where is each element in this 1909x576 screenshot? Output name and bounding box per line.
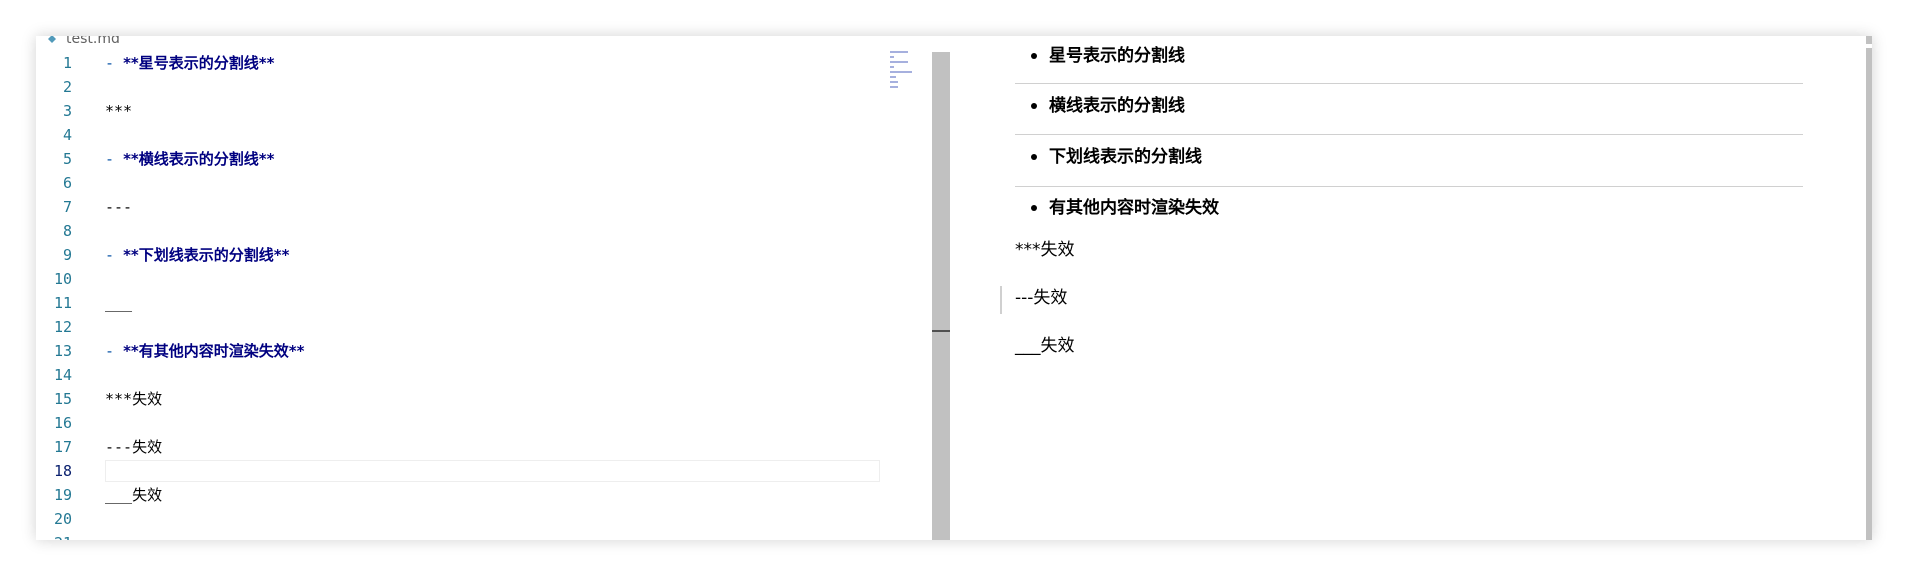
line-text: 失效 — [132, 486, 163, 504]
line-number: 20 — [53, 510, 72, 528]
preview-paragraph: ***失效 — [1015, 240, 1075, 260]
line-number: 15 — [53, 390, 72, 408]
hr-markup: --- — [105, 438, 133, 456]
bold-text: **有其他内容时渲染失效** — [123, 342, 305, 360]
line-number: 8 — [62, 222, 72, 240]
list-marker: - — [105, 246, 124, 264]
code-line[interactable] — [105, 171, 880, 195]
line-number: 17 — [53, 438, 72, 456]
hr-markup: ___ — [105, 294, 133, 312]
preview-list-item: 有其他内容时渲染失效 — [1031, 198, 1219, 218]
bold-text: **星号表示的分割线** — [123, 54, 275, 72]
hr-markup: *** — [105, 390, 133, 408]
markdown-editor[interactable]: 123456789101112131415161718192021 - **星号… — [36, 36, 932, 540]
preview-list-item: 横线表示的分割线 — [1031, 96, 1185, 116]
code-line[interactable] — [105, 123, 880, 147]
preview-horizontal-rule — [1015, 83, 1803, 84]
line-text: 失效 — [132, 438, 163, 456]
line-number: 18 — [53, 462, 72, 480]
code-line[interactable]: ___ — [105, 291, 880, 315]
code-line[interactable] — [105, 507, 880, 531]
code-line[interactable]: - **横线表示的分割线** — [105, 147, 880, 171]
line-number: 21 — [36, 531, 72, 540]
code-line[interactable]: ___失效 — [105, 483, 880, 507]
code-line[interactable] — [105, 315, 880, 339]
minimap[interactable] — [890, 51, 920, 111]
preview-paragraph: ___失效 — [1015, 336, 1075, 356]
preview-horizontal-rule — [1015, 134, 1803, 135]
bold-text: **下划线表示的分割线** — [123, 246, 290, 264]
line-text: 失效 — [132, 390, 163, 408]
preview-list-item: 下划线表示的分割线 — [1031, 147, 1202, 167]
code-line[interactable] — [105, 363, 880, 387]
line-number: 3 — [62, 102, 72, 120]
line-number: 14 — [53, 366, 72, 384]
editor-window: test.md 12345678910111213141516171819202… — [36, 36, 1872, 540]
editor-scrollbar[interactable] — [932, 52, 950, 540]
line-number: 16 — [53, 414, 72, 432]
list-marker: - — [105, 150, 124, 168]
code-line[interactable] — [105, 267, 880, 291]
line-number: 19 — [53, 486, 72, 504]
code-line[interactable]: ***失效 — [105, 387, 880, 411]
preview-scrollbar[interactable] — [1866, 48, 1872, 540]
line-number: 13 — [53, 342, 72, 360]
line-number: 6 — [62, 174, 72, 192]
scrollbar-position-indicator — [932, 330, 950, 332]
line-number: 9 — [62, 246, 72, 264]
preview-horizontal-rule — [1015, 186, 1803, 187]
code-line[interactable] — [105, 411, 880, 435]
code-line[interactable]: *** — [105, 99, 880, 123]
preview-list-item: 星号表示的分割线 — [1031, 46, 1185, 66]
code-line[interactable]: ---失效 — [105, 435, 880, 459]
hr-markup: *** — [105, 102, 133, 120]
list-marker: - — [105, 342, 124, 360]
hr-markup: --- — [105, 198, 133, 216]
code-line[interactable]: - **有其他内容时渲染失效** — [105, 339, 880, 363]
preview-paragraph: ---失效 — [1015, 288, 1068, 308]
code-line[interactable] — [105, 459, 880, 483]
line-number: 10 — [53, 270, 72, 288]
code-line[interactable] — [105, 75, 880, 99]
line-number: 5 — [62, 150, 72, 168]
preview-scroll-arrow[interactable] — [1866, 36, 1872, 44]
code-line[interactable]: - **星号表示的分割线** — [105, 51, 880, 75]
line-number: 11 — [53, 294, 72, 312]
code-line[interactable]: --- — [105, 195, 880, 219]
hr-markup: ___ — [105, 486, 133, 504]
list-marker: - — [105, 54, 124, 72]
code-line[interactable]: - **下划线表示的分割线** — [105, 243, 880, 267]
bold-text: **横线表示的分割线** — [123, 150, 275, 168]
line-number: 7 — [62, 198, 72, 216]
code-line[interactable] — [105, 531, 880, 540]
line-number: 1 — [62, 54, 72, 72]
preview-sync-marker — [1000, 286, 1002, 314]
code-area[interactable]: - **星号表示的分割线** *** - **横线表示的分割线** --- - **下划… — [105, 51, 880, 540]
line-number: 2 — [62, 78, 72, 96]
code-line[interactable] — [105, 219, 880, 243]
line-number-gutter: 123456789101112131415161718192021 — [36, 51, 106, 540]
line-number: 12 — [53, 318, 72, 336]
markdown-preview: 星号表示的分割线 横线表示的分割线 下划线表示的分割线 有其他内容时渲染失效 *… — [950, 36, 1872, 540]
line-number: 4 — [62, 126, 72, 144]
